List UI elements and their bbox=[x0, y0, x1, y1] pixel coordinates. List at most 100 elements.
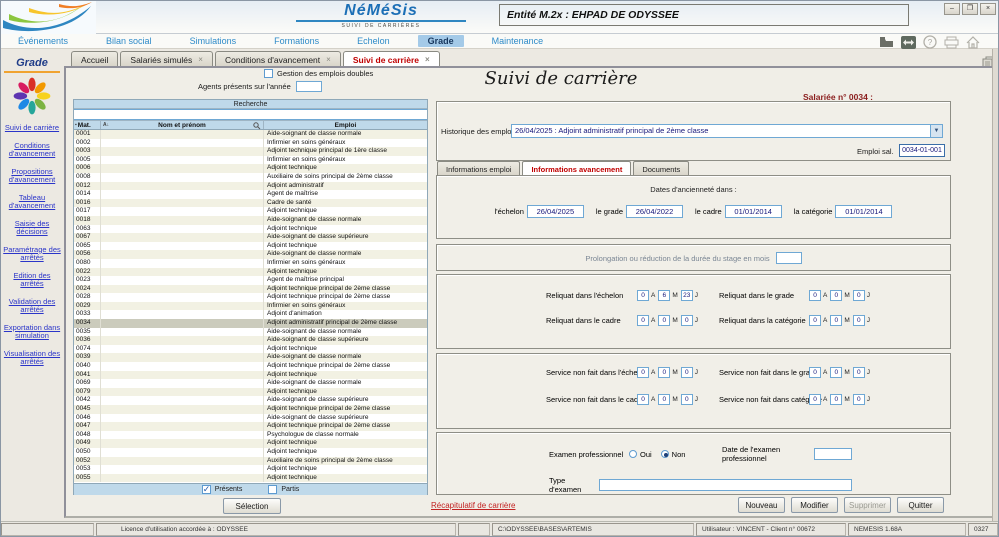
sidebar-item-validation-des-arretes[interactable]: Validation des arrêtés bbox=[1, 298, 63, 315]
table-row[interactable]: 0024Adjoint technique principal de 2ème … bbox=[74, 285, 427, 294]
examen-date-input[interactable] bbox=[814, 448, 852, 460]
column-emploi[interactable]: Emploi bbox=[264, 121, 427, 129]
home-icon[interactable] bbox=[966, 36, 980, 49]
radio-oui[interactable]: Oui bbox=[629, 450, 652, 459]
table-row[interactable]: 0045Adjoint technique principal de 2ème … bbox=[74, 405, 427, 414]
presents-filter[interactable]: Présents bbox=[202, 485, 243, 494]
sidebar-item-tableau-d-avancement[interactable]: Tableau d'avancement bbox=[1, 194, 63, 211]
table-row[interactable]: 0056Aide-soignant de classe normale bbox=[74, 250, 427, 259]
table-row[interactable]: 0041Adjoint technique bbox=[74, 371, 427, 380]
table-row[interactable]: 0074Adjoint technique bbox=[74, 345, 427, 354]
supprimer-button[interactable]: Supprimer bbox=[844, 497, 891, 513]
table-row[interactable]: 0016Cadre de santé bbox=[74, 199, 427, 208]
minimize-button[interactable]: – bbox=[944, 3, 960, 15]
table-row[interactable]: 0002Infirmier en soins généraux bbox=[74, 139, 427, 148]
table-row[interactable]: 0042Aide-soignant de classe supérieure bbox=[74, 396, 427, 405]
sidebar-item-suivi-de-carriere[interactable]: Suivi de carrière bbox=[1, 124, 63, 133]
table-row[interactable]: 0067Aide-soignant de classe supérieure bbox=[74, 233, 427, 242]
reliquat-dans-le-grade-j-input[interactable]: 0 bbox=[853, 290, 865, 301]
table-row[interactable]: 0049Adjoint technique bbox=[74, 439, 427, 448]
table-row[interactable]: 0065Adjoint technique bbox=[74, 242, 427, 251]
service-non-fait-dans-le-grade-a-input[interactable]: 0 bbox=[809, 367, 821, 378]
doubles-checkbox[interactable] bbox=[264, 69, 273, 78]
table-row[interactable]: 0079Adjoint technique bbox=[74, 388, 427, 397]
sidebar-item-conditions-d-avancement[interactable]: Conditions d'avancement bbox=[1, 142, 63, 159]
service-non-fait-dans-l-echelon-j-input[interactable]: 0 bbox=[681, 367, 693, 378]
table-row[interactable]: 0047Adjoint technique principal de 2ème … bbox=[74, 422, 427, 431]
folder-icon[interactable] bbox=[879, 36, 894, 48]
table-row[interactable]: 0014Agent de maîtrise bbox=[74, 190, 427, 199]
anciennete-la-categorie-input[interactable]: 01/01/2014 bbox=[835, 205, 892, 218]
sidebar-item-saisie-des-decisions[interactable]: Saisie des décisions bbox=[1, 220, 63, 237]
table-row[interactable]: 0040Adjoint technique principal de 2ème … bbox=[74, 362, 427, 371]
agents-year-input[interactable] bbox=[296, 81, 322, 92]
menu-item-grade[interactable]: Grade bbox=[418, 35, 464, 47]
table-row[interactable]: 0033Adjoint d'animation bbox=[74, 310, 427, 319]
reliquat-dans-la-categorie-a-input[interactable]: 0 bbox=[809, 315, 821, 326]
table-row[interactable]: 0046Aide-soignant de classe supérieure bbox=[74, 414, 427, 423]
print-icon[interactable] bbox=[944, 36, 959, 49]
detail-tab-informations-emploi[interactable]: Informations emploi bbox=[437, 161, 520, 176]
table-row[interactable]: 0006Adjoint technique bbox=[74, 164, 427, 173]
table-row[interactable]: 0003Adjoint technique principal de 1ère … bbox=[74, 147, 427, 156]
tab-conditions-d-avancement[interactable]: Conditions d'avancement× bbox=[215, 51, 341, 67]
presents-checkbox[interactable] bbox=[202, 485, 211, 494]
table-row[interactable]: 0055Adjoint technique bbox=[74, 474, 427, 483]
column-mat[interactable]: ▪Mat. bbox=[74, 121, 100, 129]
table-row[interactable]: 0008Auxiliaire de soins principal de 2èm… bbox=[74, 173, 427, 182]
sidebar-item-visualisation-des-arretes[interactable]: Visualisation des arrêtés bbox=[1, 350, 63, 367]
menu-item-simulations[interactable]: Simulations bbox=[180, 35, 247, 47]
service-non-fait-dans-le-grade-m-input[interactable]: 0 bbox=[830, 367, 842, 378]
table-row[interactable]: 0018Aide-soignant de classe normale bbox=[74, 216, 427, 225]
service-non-fait-dans-categorie-a-input[interactable]: 0 bbox=[809, 394, 821, 405]
menu-item-bilan-social[interactable]: Bilan social bbox=[96, 35, 162, 47]
table-row[interactable]: 0028Adjoint technique principal de 2ème … bbox=[74, 293, 427, 302]
table-row[interactable]: 0005Infirmier en soins généraux bbox=[74, 156, 427, 165]
table-row[interactable]: 0023Agent de maîtrise principal bbox=[74, 276, 427, 285]
reliquat-dans-le-cadre-j-input[interactable]: 0 bbox=[681, 315, 693, 326]
table-row[interactable]: 0039Aide-soignant de classe normale bbox=[74, 353, 427, 362]
menu-item-maintenance[interactable]: Maintenance bbox=[482, 35, 554, 47]
service-non-fait-dans-le-cadre-j-input[interactable]: 0 bbox=[681, 394, 693, 405]
sidebar-item-exportation-dans-simulation[interactable]: Exportation dans simulation bbox=[1, 324, 63, 341]
resize-arrows-icon[interactable] bbox=[901, 36, 916, 49]
column-nom[interactable]: A↓ Nom et prénom bbox=[100, 121, 264, 129]
reliquat-dans-la-categorie-m-input[interactable]: 0 bbox=[830, 315, 842, 326]
chevron-down-icon[interactable] bbox=[930, 125, 942, 137]
history-dropdown[interactable]: 26/04/2025 : Adjoint administratif princ… bbox=[511, 124, 943, 138]
nouveau-button[interactable]: Nouveau bbox=[738, 497, 785, 513]
table-row[interactable]: 0052Auxiliaire de soins principal de 2èm… bbox=[74, 457, 427, 466]
tab-salaries-simules[interactable]: Salariés simulés× bbox=[120, 51, 213, 67]
service-non-fait-dans-l-echelon-a-input[interactable]: 0 bbox=[637, 367, 649, 378]
tab-accueil[interactable]: Accueil bbox=[71, 51, 118, 67]
table-row[interactable]: 0053Adjoint technique bbox=[74, 465, 427, 474]
modifier-button[interactable]: Modifier bbox=[791, 497, 838, 513]
close-icon[interactable]: × bbox=[326, 55, 331, 64]
stage-months-input[interactable] bbox=[776, 252, 802, 264]
service-non-fait-dans-le-cadre-a-input[interactable]: 0 bbox=[637, 394, 649, 405]
table-row[interactable]: 0001Aide-soignant de classe normale bbox=[74, 130, 427, 139]
reliquat-dans-le-cadre-a-input[interactable]: 0 bbox=[637, 315, 649, 326]
anciennete-le-grade-input[interactable]: 26/04/2022 bbox=[626, 205, 683, 218]
menu-item-echelon[interactable]: Echelon bbox=[347, 35, 400, 47]
reliquat-dans-le-grade-a-input[interactable]: 0 bbox=[809, 290, 821, 301]
table-row[interactable]: 0012Adjoint administratif bbox=[74, 182, 427, 191]
reliquat-dans-le-cadre-m-input[interactable]: 0 bbox=[658, 315, 670, 326]
service-non-fait-dans-le-cadre-m-input[interactable]: 0 bbox=[658, 394, 670, 405]
help-icon[interactable]: ? bbox=[923, 35, 937, 49]
examen-type-input[interactable] bbox=[599, 479, 852, 491]
radio-non[interactable]: Non bbox=[661, 450, 686, 459]
table-row[interactable]: 0017Adjoint technique bbox=[74, 207, 427, 216]
table-row[interactable]: 0080Infirmier en soins généraux bbox=[74, 259, 427, 268]
table-row[interactable]: 0029Infirmier en soins généraux bbox=[74, 302, 427, 311]
sidebar-item-edition-des-arretes[interactable]: Edition des arrêtés bbox=[1, 272, 63, 289]
partis-checkbox[interactable] bbox=[268, 485, 277, 494]
search-magnifier-icon[interactable] bbox=[253, 122, 261, 132]
tab-suivi-de-carriere[interactable]: Suivi de carrière× bbox=[343, 51, 440, 67]
table-row[interactable]: 0035Aide-soignant de classe normale bbox=[74, 328, 427, 337]
quitter-button[interactable]: Quitter bbox=[897, 497, 944, 513]
service-non-fait-dans-categorie-m-input[interactable]: 0 bbox=[830, 394, 842, 405]
reliquat-dans-le-grade-m-input[interactable]: 0 bbox=[830, 290, 842, 301]
reliquat-dans-l-echelon-a-input[interactable]: 0 bbox=[637, 290, 649, 301]
menu-item-evenements[interactable]: Événements bbox=[8, 35, 78, 47]
